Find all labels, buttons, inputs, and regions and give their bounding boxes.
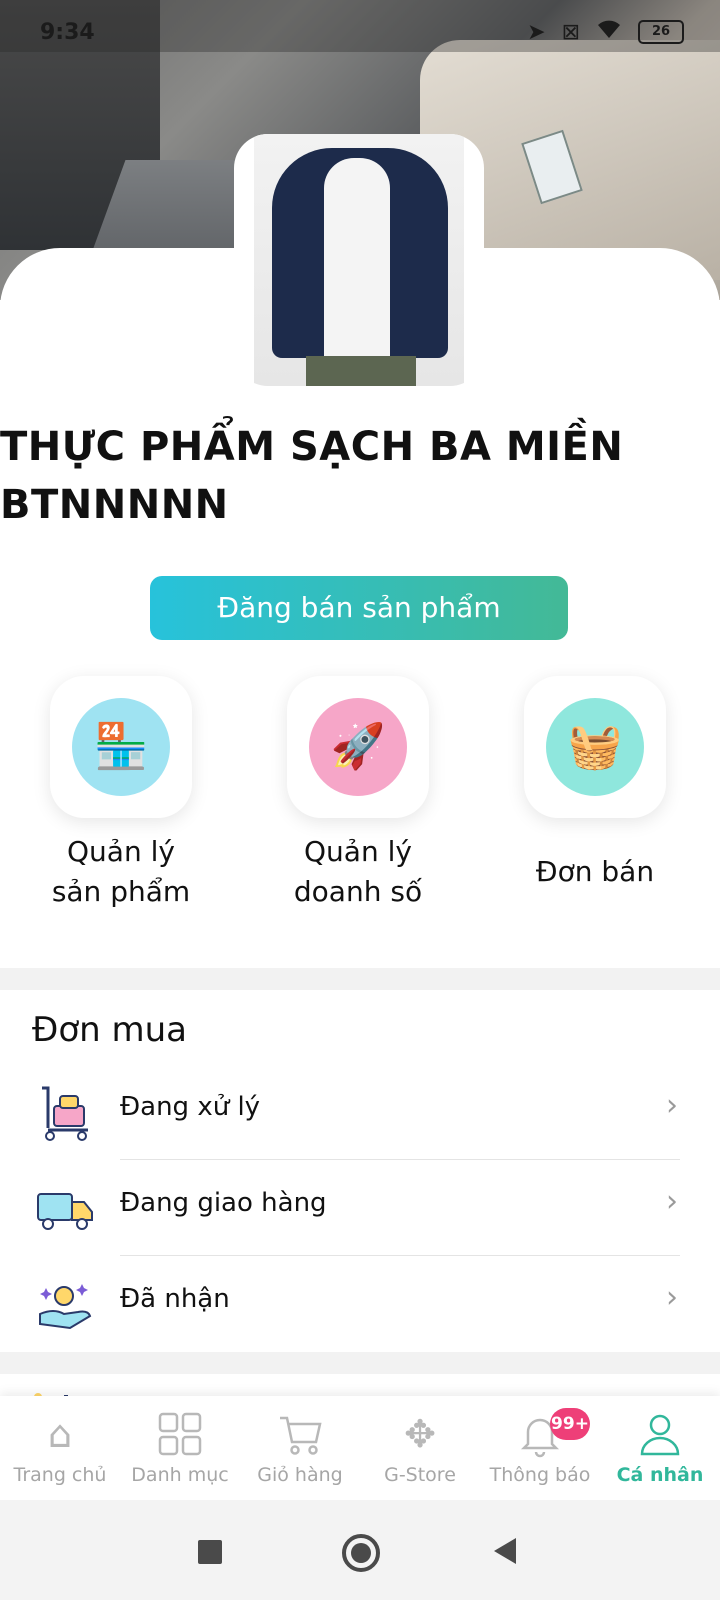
sales-orders-label[interactable]: Đơn bán [495, 852, 695, 892]
tab-home[interactable]: ⌂ Trang chủ [0, 1396, 120, 1500]
shop-name: THỰC PHẨM SẠCH BA MIỀN BTNNNNN [0, 418, 720, 534]
chevron-right-icon: › [666, 1088, 678, 1123]
manage-sales-label[interactable]: Quản lý doanh số [258, 832, 458, 912]
grid-icon [156, 1410, 204, 1458]
shop-name-line2: BTNNNNN [0, 482, 229, 528]
tab-profile[interactable]: Cá nhân [600, 1396, 720, 1500]
tab-notifications[interactable]: 99+ Thông báo [480, 1396, 600, 1500]
bottom-tab-bar: ⌂ Trang chủ Danh mục Giỏ hàng ✥ G-Store [0, 1396, 720, 1500]
manage-products-label[interactable]: Quản lý sản phẩm [21, 832, 221, 912]
gstore-icon: ✥ [404, 1412, 436, 1456]
store-management-icon: 🏪 [93, 721, 149, 772]
row-processing-label: Đang xử lý [120, 1092, 261, 1122]
received-hand-icon [34, 1274, 94, 1334]
notification-badge: 99+ [550, 1408, 590, 1440]
sales-orders-icon: 🧺 [567, 721, 623, 772]
tab-cart[interactable]: Giỏ hàng [240, 1396, 360, 1500]
recents-button[interactable] [198, 1540, 222, 1564]
section-divider-2 [0, 1352, 720, 1374]
home-button[interactable] [342, 1534, 380, 1572]
tab-gstore[interactable]: ✥ G-Store [360, 1396, 480, 1500]
row-shipping[interactable]: Đang giao hàng › [0, 1160, 720, 1256]
shop-avatar[interactable] [234, 134, 484, 386]
status-bar: 9:34 ➤ ⊠ 26 [0, 0, 720, 52]
row-shipping-label: Đang giao hàng [120, 1188, 327, 1218]
profile-icon [636, 1410, 684, 1458]
row-processing[interactable]: Đang xử lý › [0, 1064, 720, 1160]
row-received-label: Đã nhận [120, 1284, 230, 1314]
location-icon: ➤ [527, 19, 546, 45]
delivery-truck-icon [34, 1178, 94, 1238]
sim-off-icon: ⊠ [561, 19, 580, 45]
status-time: 9:34 [40, 20, 95, 45]
cart-icon [276, 1410, 324, 1458]
wifi-icon [596, 18, 622, 46]
home-icon: ⌂ [47, 1412, 73, 1456]
sales-orders-tile[interactable]: 🧺 [524, 676, 666, 818]
battery-icon: 26 [638, 20, 684, 44]
shop-name-line1: THỰC PHẨM SẠCH BA MIỀN [0, 424, 624, 470]
manage-sales-tile[interactable]: 🚀 [287, 676, 429, 818]
manage-products-tile[interactable]: 🏪 [50, 676, 192, 818]
purchases-title: Đơn mua [32, 1010, 188, 1050]
next-section-peek [30, 1384, 90, 1401]
system-nav-bar [0, 1500, 720, 1600]
chevron-right-icon: › [666, 1280, 678, 1315]
section-divider [0, 968, 720, 990]
rocket-icon: 🚀 [330, 721, 386, 772]
back-button[interactable] [494, 1538, 516, 1564]
row-received[interactable]: Đã nhận › [0, 1256, 720, 1352]
post-product-button[interactable]: Đăng bán sản phẩm [150, 576, 568, 640]
tab-categories[interactable]: Danh mục [120, 1396, 240, 1500]
chevron-right-icon: › [666, 1184, 678, 1219]
trolley-icon [34, 1082, 94, 1142]
